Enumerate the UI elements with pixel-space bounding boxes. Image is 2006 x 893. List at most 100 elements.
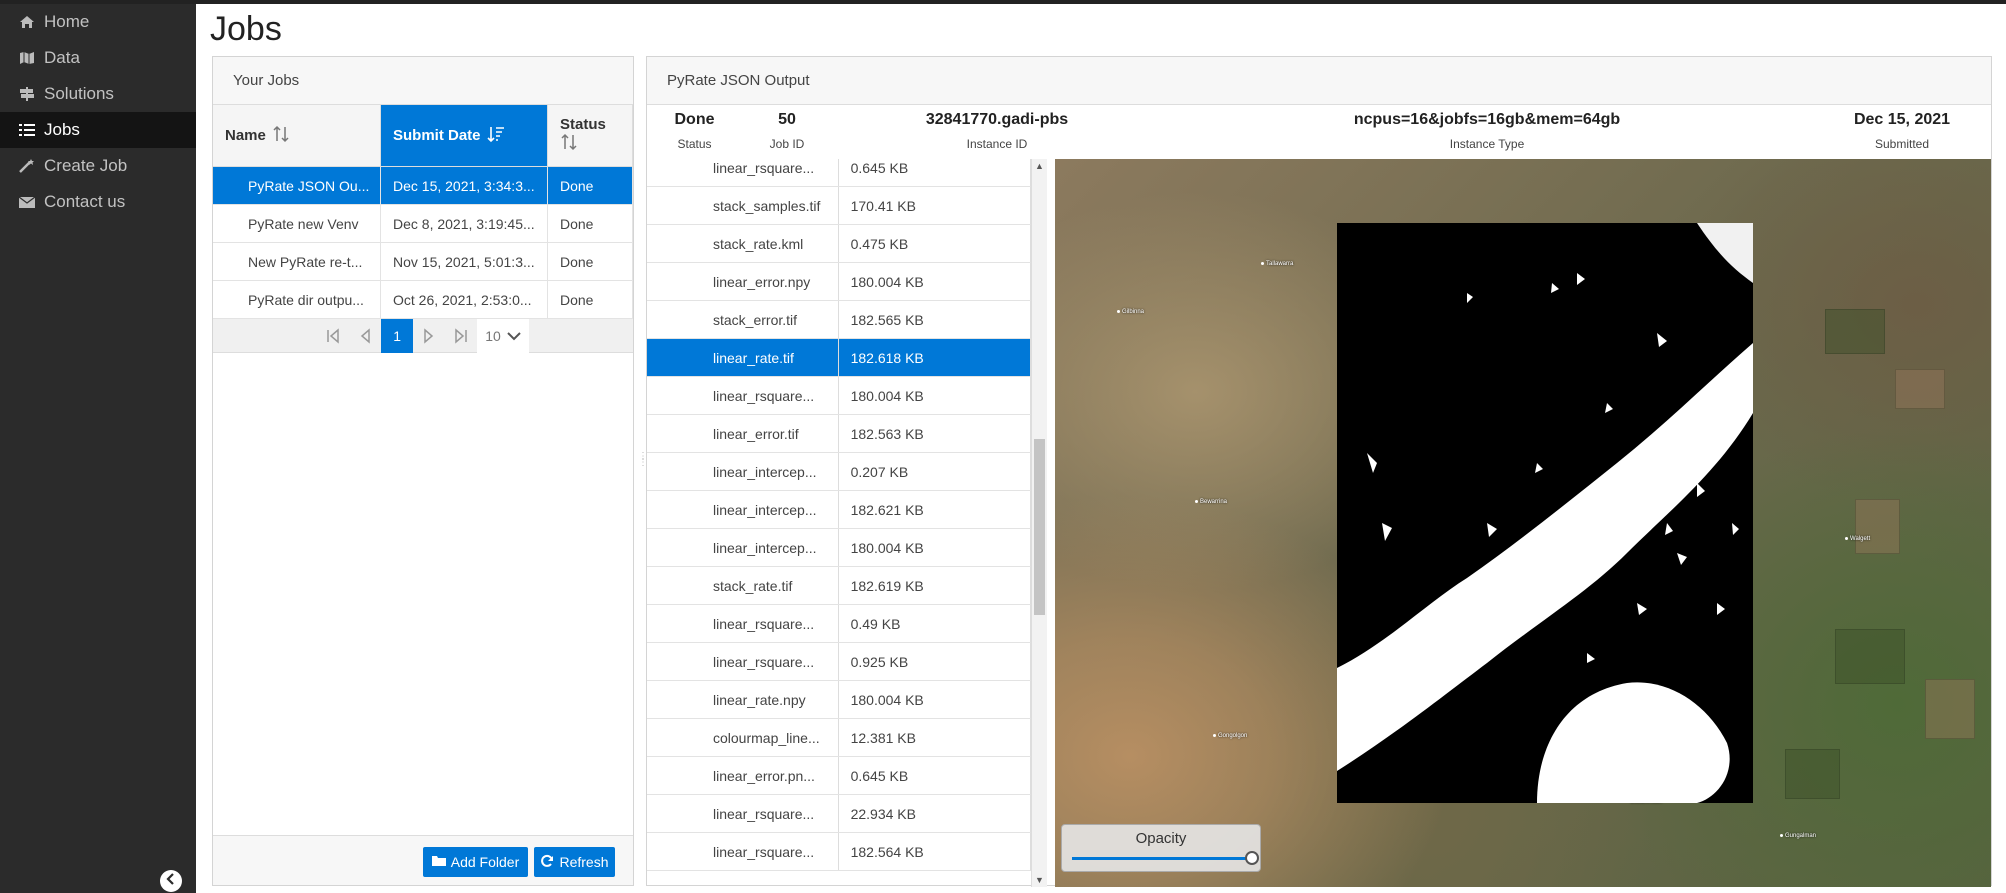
map-field bbox=[1855, 499, 1900, 554]
prev-page-icon[interactable] bbox=[349, 319, 381, 353]
meta-job-id: 50 Job ID bbox=[769, 111, 805, 151]
opacity-label: Opacity bbox=[1135, 830, 1187, 847]
sidebar-item-jobs[interactable]: Jobs bbox=[0, 112, 196, 148]
scroll-up-icon[interactable]: ▲ bbox=[1035, 161, 1044, 171]
map-town-label: Tallawarra bbox=[1261, 261, 1293, 267]
table-row[interactable]: PyRate new Venv Dec 8, 2021, 3:19:45... … bbox=[213, 205, 633, 243]
sidebar-item-label: Create Job bbox=[44, 156, 128, 175]
meta-status: Done Status bbox=[674, 111, 715, 151]
signpost-icon bbox=[18, 86, 36, 102]
page-title: Jobs bbox=[210, 10, 282, 48]
list-item[interactable]: linear_rsquare... 0.49 KB bbox=[647, 605, 1031, 643]
map-field bbox=[1785, 749, 1840, 799]
first-page-icon[interactable] bbox=[317, 319, 349, 353]
chevron-down-icon bbox=[507, 328, 521, 344]
page-number-button[interactable]: 1 bbox=[381, 318, 414, 353]
add-folder-button[interactable]: Add Folder bbox=[423, 847, 528, 877]
list-item[interactable]: linear_rsquare... 0.925 KB bbox=[647, 643, 1031, 681]
table-row[interactable]: PyRate JSON Ou... Dec 15, 2021, 3:34:3..… bbox=[213, 167, 633, 205]
map-town-label: Gongolgon bbox=[1213, 733, 1247, 739]
folder-icon bbox=[431, 854, 446, 870]
map-field bbox=[1895, 369, 1945, 409]
list-item[interactable]: linear_rsquare... 0.645 KB bbox=[647, 159, 1031, 187]
meta-submitted: Dec 15, 2021 Submitted bbox=[1853, 111, 1951, 151]
list-item[interactable]: stack_error.tif 182.565 KB bbox=[647, 301, 1031, 339]
sidebar-item-data[interactable]: Data bbox=[0, 40, 196, 76]
map-town-label: Gungalman bbox=[1780, 833, 1816, 839]
sidebar-item-label: Home bbox=[44, 12, 90, 31]
opacity-slider-handle[interactable] bbox=[1245, 851, 1259, 865]
sidebar-item-label: Contact us bbox=[44, 192, 126, 211]
home-icon bbox=[18, 14, 36, 30]
list-item[interactable]: linear_intercep... 180.004 KB bbox=[647, 529, 1031, 567]
sidebar-item-solutions[interactable]: Solutions bbox=[0, 76, 196, 112]
sidebar-collapse-button[interactable] bbox=[160, 870, 182, 892]
raster-overlay bbox=[1337, 223, 1753, 803]
sidebar-item-home[interactable]: Home bbox=[0, 4, 196, 40]
list-item[interactable]: stack_samples.tif 170.41 KB bbox=[647, 187, 1031, 225]
envelope-icon bbox=[18, 194, 36, 210]
map-view[interactable]: Tallawarra Gilbinna Bewarrina Gongolgon … bbox=[1055, 159, 1991, 887]
main-content: Jobs Your Jobs Name Submit Date Status P… bbox=[196, 4, 2006, 893]
table-row[interactable]: PyRate dir outpu... Oct 26, 2021, 2:53:0… bbox=[213, 281, 633, 319]
list-item[interactable]: linear_rsquare... 182.564 KB bbox=[647, 833, 1031, 871]
table-row[interactable]: New PyRate re-t... Nov 15, 2021, 5:01:3.… bbox=[213, 243, 633, 281]
sidebar-item-label: Jobs bbox=[44, 120, 80, 139]
sort-icon bbox=[560, 133, 578, 155]
list-item[interactable]: stack_rate.kml 0.475 KB bbox=[647, 225, 1031, 263]
panel-splitter-handle[interactable]: ⋮ ⋮ bbox=[638, 452, 648, 484]
sort-icon bbox=[272, 125, 290, 147]
list-item[interactable]: linear_rate.tif 182.618 KB bbox=[647, 339, 1031, 377]
list-item[interactable]: linear_error.pn... 0.645 KB bbox=[647, 757, 1031, 795]
list-item[interactable]: linear_rsquare... 22.934 KB bbox=[647, 795, 1031, 833]
sidebar-item-contact[interactable]: Contact us bbox=[0, 184, 196, 220]
opacity-control: Opacity bbox=[1061, 824, 1261, 872]
map-town-label: Walgett bbox=[1845, 536, 1870, 542]
next-page-icon[interactable] bbox=[413, 319, 445, 353]
chevron-left-icon bbox=[165, 872, 177, 890]
refresh-button[interactable]: Refresh bbox=[534, 847, 615, 877]
meta-instance-id: 32841770.gadi-pbs Instance ID bbox=[925, 111, 1069, 151]
map-field bbox=[1835, 629, 1905, 684]
magic-wand-icon bbox=[18, 158, 36, 174]
map-town-label: Gilbinna bbox=[1117, 309, 1144, 315]
meta-instance-type: ncpus=16&jobfs=16gb&mem=64gb Instance Ty… bbox=[1353, 111, 1621, 151]
jobs-table-header: Name Submit Date Status bbox=[213, 105, 633, 167]
column-header-name[interactable]: Name bbox=[213, 105, 381, 166]
list-item[interactable]: linear_intercep... 182.621 KB bbox=[647, 491, 1031, 529]
output-panel: PyRate JSON Output Done Status 50 Job ID… bbox=[646, 56, 1992, 887]
list-item[interactable]: linear_intercep... 0.207 KB bbox=[647, 453, 1031, 491]
refresh-icon bbox=[540, 854, 554, 871]
sidebar-item-label: Solutions bbox=[44, 84, 114, 103]
sort-descending-icon bbox=[486, 125, 505, 147]
map-field bbox=[1925, 679, 1975, 739]
sidebar-item-label: Data bbox=[44, 48, 80, 67]
opacity-slider-track[interactable] bbox=[1072, 857, 1252, 860]
scroll-down-icon[interactable]: ▼ bbox=[1035, 875, 1044, 885]
sidebar-item-create-job[interactable]: Create Job bbox=[0, 148, 196, 184]
list-item[interactable]: linear_error.tif 182.563 KB bbox=[647, 415, 1031, 453]
output-file-list: linear_rsquare... 0.645 KB stack_samples.… bbox=[647, 159, 1031, 887]
pagination: 1 10 bbox=[213, 318, 633, 353]
list-item[interactable]: linear_rsquare... 180.004 KB bbox=[647, 377, 1031, 415]
file-list-scrollbar[interactable]: ▲ ▼ bbox=[1031, 159, 1047, 887]
list-item[interactable]: stack_rate.tif 182.619 KB bbox=[647, 567, 1031, 605]
map-field bbox=[1825, 309, 1885, 354]
column-header-submit-date[interactable]: Submit Date bbox=[381, 105, 548, 166]
map-icon bbox=[18, 50, 36, 66]
jobs-table: Name Submit Date Status PyRate JSON Ou..… bbox=[213, 105, 633, 353]
map-town-label: Bewarrina bbox=[1195, 499, 1227, 505]
list-item[interactable]: linear_error.npy 180.004 KB bbox=[647, 263, 1031, 301]
column-header-status[interactable]: Status bbox=[548, 105, 633, 166]
list-item[interactable]: linear_rate.npy 180.004 KB bbox=[647, 681, 1031, 719]
last-page-icon[interactable] bbox=[445, 319, 477, 353]
list-item[interactable]: colourmap_line... 12.381 KB bbox=[647, 719, 1031, 757]
jobs-panel-title: Your Jobs bbox=[213, 57, 633, 105]
jobs-panel-footer: Add Folder Refresh bbox=[213, 835, 633, 885]
page-size-select[interactable]: 10 bbox=[477, 318, 529, 353]
job-meta-bar: Done Status 50 Job ID 32841770.gadi-pbs … bbox=[647, 105, 1991, 159]
scrollbar-thumb[interactable] bbox=[1034, 439, 1045, 615]
jobs-panel: Your Jobs Name Submit Date Status PyRate… bbox=[212, 56, 634, 886]
sidebar: Home Data Solutions Jobs Create Job Cont… bbox=[0, 4, 196, 893]
output-panel-title: PyRate JSON Output bbox=[647, 57, 1991, 105]
